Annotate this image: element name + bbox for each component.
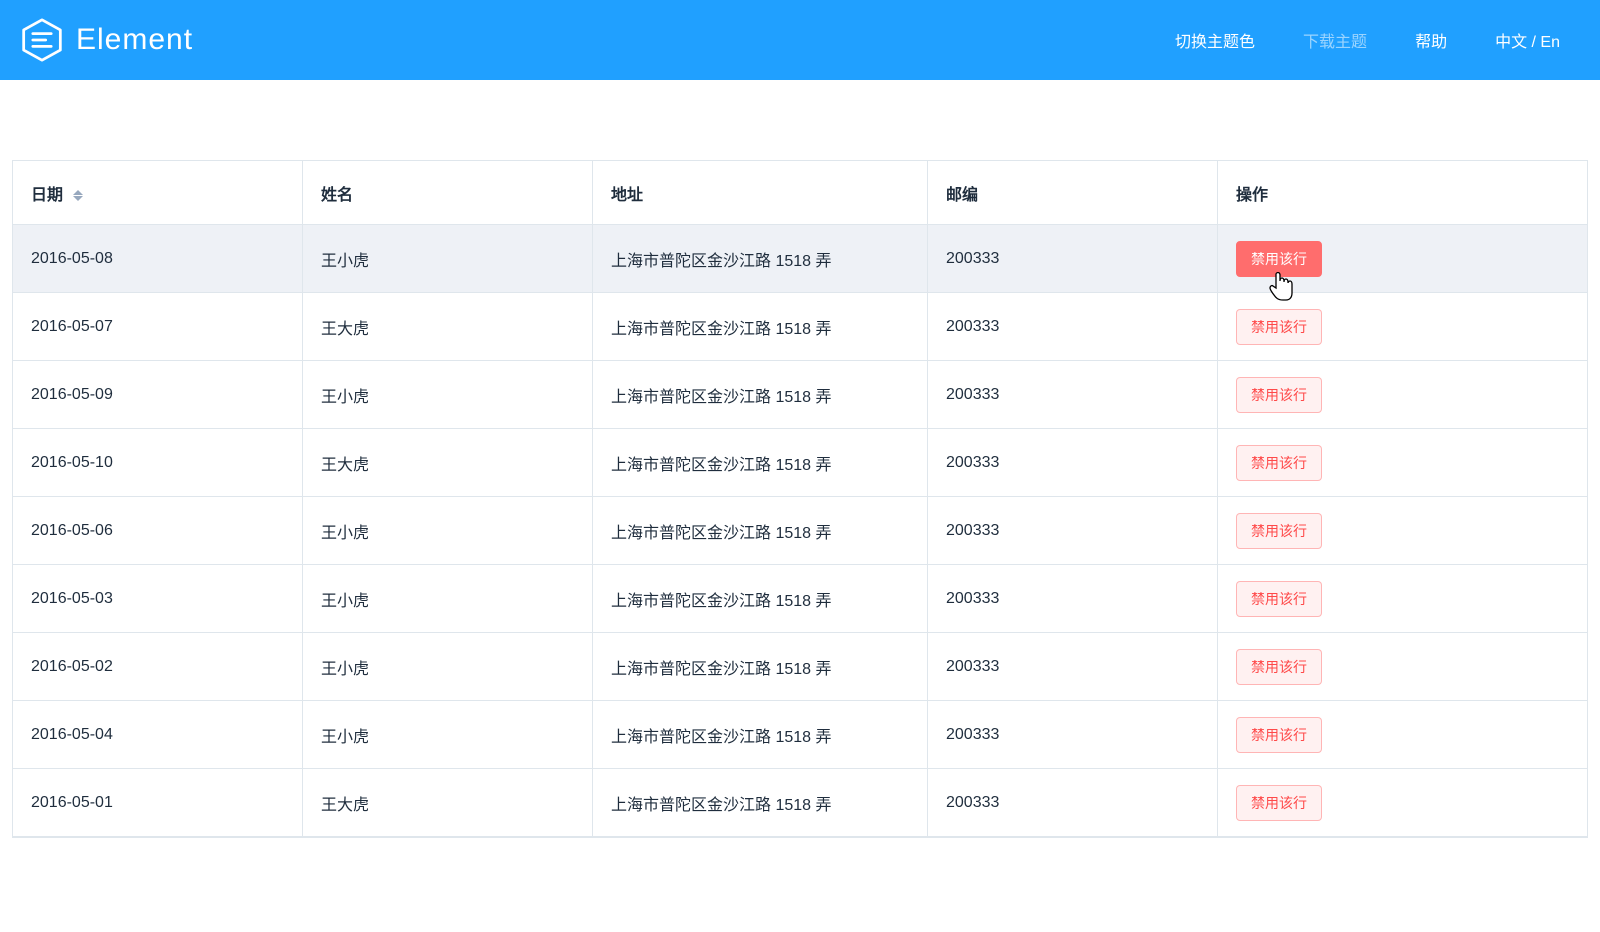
col-header-op: 操作 bbox=[1218, 161, 1587, 225]
disable-row-button[interactable]: 禁用该行 bbox=[1236, 377, 1322, 413]
cell-zip: 200333 bbox=[928, 633, 1218, 701]
cell-address: 上海市普陀区金沙江路 1518 弄 bbox=[593, 497, 928, 565]
cell-op: 禁用该行 bbox=[1218, 293, 1587, 361]
table-row[interactable]: 2016-05-06王小虎上海市普陀区金沙江路 1518 弄200333 禁用该行 bbox=[13, 497, 1587, 565]
cell-zip: 200333 bbox=[928, 225, 1218, 293]
nav-help[interactable]: 帮助 bbox=[1415, 28, 1447, 52]
cell-zip: 200333 bbox=[928, 293, 1218, 361]
cell-zip: 200333 bbox=[928, 361, 1218, 429]
cell-date: 2016-05-02 bbox=[13, 633, 303, 701]
disable-row-button[interactable]: 禁用该行 bbox=[1236, 309, 1322, 345]
brand-name: Element bbox=[76, 23, 193, 57]
cell-zip: 200333 bbox=[928, 701, 1218, 769]
cell-name: 王大虎 bbox=[303, 293, 593, 361]
cell-address: 上海市普陀区金沙江路 1518 弄 bbox=[593, 701, 928, 769]
data-table: 日期 姓名 地址 邮编 操作 2016-05-08王小虎上海市普陀区金沙江路 1… bbox=[12, 160, 1588, 838]
cell-name: 王大虎 bbox=[303, 769, 593, 837]
cell-address: 上海市普陀区金沙江路 1518 弄 bbox=[593, 769, 928, 837]
cell-name: 王小虎 bbox=[303, 701, 593, 769]
sort-icon[interactable] bbox=[73, 190, 83, 201]
disable-row-button[interactable]: 禁用该行 bbox=[1236, 649, 1322, 685]
cell-name: 王小虎 bbox=[303, 497, 593, 565]
cell-name: 王小虎 bbox=[303, 633, 593, 701]
cell-zip: 200333 bbox=[928, 565, 1218, 633]
sort-asc-icon bbox=[73, 190, 83, 195]
cell-name: 王小虎 bbox=[303, 361, 593, 429]
table-row[interactable]: 2016-05-02王小虎上海市普陀区金沙江路 1518 弄200333 禁用该行 bbox=[13, 633, 1587, 701]
disable-row-button[interactable]: 禁用该行 bbox=[1236, 445, 1322, 481]
table-header-row: 日期 姓名 地址 邮编 操作 bbox=[13, 161, 1587, 225]
cell-address: 上海市普陀区金沙江路 1518 弄 bbox=[593, 293, 928, 361]
table-row[interactable]: 2016-05-01王大虎上海市普陀区金沙江路 1518 弄200333 禁用该行 bbox=[13, 769, 1587, 837]
top-header: Element 切换主题色 下载主题 帮助 中文 / En bbox=[0, 0, 1600, 80]
cell-op: 禁用该行 bbox=[1218, 225, 1587, 293]
sort-desc-icon bbox=[73, 196, 83, 201]
cell-name: 王大虎 bbox=[303, 429, 593, 497]
col-header-date[interactable]: 日期 bbox=[13, 161, 303, 225]
nav-theme-switch[interactable]: 切换主题色 bbox=[1175, 28, 1255, 52]
table-row[interactable]: 2016-05-03王小虎上海市普陀区金沙江路 1518 弄200333 禁用该行 bbox=[13, 565, 1587, 633]
col-header-name: 姓名 bbox=[303, 161, 593, 225]
cell-op: 禁用该行 bbox=[1218, 497, 1587, 565]
col-header-address: 地址 bbox=[593, 161, 928, 225]
cell-zip: 200333 bbox=[928, 769, 1218, 837]
brand-logo[interactable]: Element bbox=[20, 18, 193, 62]
cell-date: 2016-05-07 bbox=[13, 293, 303, 361]
cell-date: 2016-05-10 bbox=[13, 429, 303, 497]
cell-date: 2016-05-09 bbox=[13, 361, 303, 429]
disable-row-button[interactable]: 禁用该行 bbox=[1236, 785, 1322, 821]
disable-row-button[interactable]: 禁用该行 bbox=[1236, 581, 1322, 617]
table-row[interactable]: 2016-05-08王小虎上海市普陀区金沙江路 1518 弄200333 禁用该行 bbox=[13, 225, 1587, 293]
cell-address: 上海市普陀区金沙江路 1518 弄 bbox=[593, 429, 928, 497]
col-header-date-label: 日期 bbox=[31, 187, 63, 204]
table-row[interactable]: 2016-05-10王大虎上海市普陀区金沙江路 1518 弄200333 禁用该行 bbox=[13, 429, 1587, 497]
col-header-zip: 邮编 bbox=[928, 161, 1218, 225]
table-row[interactable]: 2016-05-07王大虎上海市普陀区金沙江路 1518 弄200333 禁用该行 bbox=[13, 293, 1587, 361]
nav-download-theme: 下载主题 bbox=[1303, 28, 1367, 52]
element-icon bbox=[20, 18, 64, 62]
disable-row-button[interactable]: 禁用该行 bbox=[1236, 513, 1322, 549]
cell-name: 王小虎 bbox=[303, 565, 593, 633]
cell-date: 2016-05-06 bbox=[13, 497, 303, 565]
cell-op: 禁用该行 bbox=[1218, 361, 1587, 429]
cell-address: 上海市普陀区金沙江路 1518 弄 bbox=[593, 225, 928, 293]
cell-address: 上海市普陀区金沙江路 1518 弄 bbox=[593, 633, 928, 701]
top-nav: 切换主题色 下载主题 帮助 中文 / En bbox=[1175, 28, 1560, 52]
cell-zip: 200333 bbox=[928, 429, 1218, 497]
cell-date: 2016-05-04 bbox=[13, 701, 303, 769]
cell-op: 禁用该行 bbox=[1218, 565, 1587, 633]
table-row[interactable]: 2016-05-04王小虎上海市普陀区金沙江路 1518 弄200333 禁用该行 bbox=[13, 701, 1587, 769]
nav-lang[interactable]: 中文 / En bbox=[1495, 28, 1560, 52]
cell-op: 禁用该行 bbox=[1218, 769, 1587, 837]
disable-row-button[interactable]: 禁用该行 bbox=[1236, 717, 1322, 753]
table-row[interactable]: 2016-05-09王小虎上海市普陀区金沙江路 1518 弄200333 禁用该行 bbox=[13, 361, 1587, 429]
cell-date: 2016-05-08 bbox=[13, 225, 303, 293]
disable-row-button[interactable]: 禁用该行 bbox=[1236, 241, 1322, 277]
cell-op: 禁用该行 bbox=[1218, 701, 1587, 769]
cell-name: 王小虎 bbox=[303, 225, 593, 293]
cell-address: 上海市普陀区金沙江路 1518 弄 bbox=[593, 565, 928, 633]
main-content: 日期 姓名 地址 邮编 操作 2016-05-08王小虎上海市普陀区金沙江路 1… bbox=[0, 80, 1600, 838]
cell-date: 2016-05-01 bbox=[13, 769, 303, 837]
cell-op: 禁用该行 bbox=[1218, 633, 1587, 701]
cell-zip: 200333 bbox=[928, 497, 1218, 565]
cell-date: 2016-05-03 bbox=[13, 565, 303, 633]
cell-op: 禁用该行 bbox=[1218, 429, 1587, 497]
cell-address: 上海市普陀区金沙江路 1518 弄 bbox=[593, 361, 928, 429]
